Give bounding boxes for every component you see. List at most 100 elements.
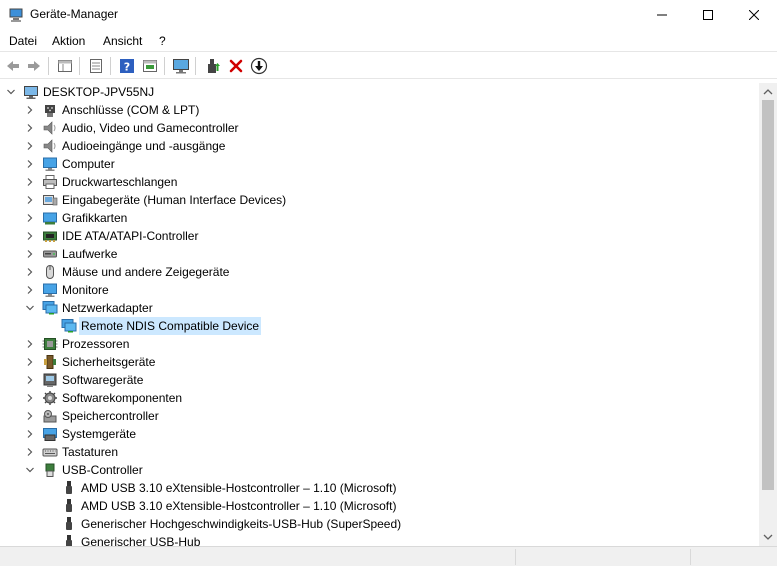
chevron-right-icon[interactable] xyxy=(25,447,35,457)
back-button[interactable] xyxy=(3,56,23,76)
tree-category-label[interactable]: Monitore xyxy=(60,281,111,299)
chevron-right-icon[interactable] xyxy=(25,105,35,115)
tree-root-label: DESKTOP-JPV55NJ xyxy=(43,85,155,99)
menu-datei[interactable]: Datei xyxy=(9,34,37,48)
chevron-right-icon[interactable] xyxy=(25,195,35,205)
chevron-down-icon[interactable] xyxy=(6,87,16,97)
network-adapter-icon xyxy=(42,301,58,315)
chevron-right-icon[interactable] xyxy=(25,375,35,385)
storage-controller-icon xyxy=(43,410,57,423)
list-view-button[interactable] xyxy=(86,56,106,76)
tree-category-label[interactable]: Audioeingänge und -ausgänge xyxy=(60,137,227,155)
minimize-button[interactable] xyxy=(639,0,685,30)
status-divider xyxy=(515,549,516,565)
scroll-up-icon[interactable] xyxy=(763,87,773,97)
tree-category-label[interactable]: Systemgeräte xyxy=(60,425,138,443)
chevron-right-icon[interactable] xyxy=(25,339,35,349)
scroll-down-icon[interactable] xyxy=(763,532,773,542)
tree-category-label[interactable]: Netzwerkadapter xyxy=(60,299,155,317)
tree-category-label[interactable]: Tastaturen xyxy=(60,443,120,461)
tree-category-label[interactable]: Mäuse und andere Zeigegeräte xyxy=(60,263,231,281)
tree-category-label[interactable]: Speichercontroller xyxy=(60,407,161,425)
update-driver-button[interactable] xyxy=(203,56,223,76)
hid-icon xyxy=(43,195,58,206)
tree-category-label[interactable]: Prozessoren xyxy=(60,335,131,353)
tree-category-label[interactable]: Audio, Video und Gamecontroller xyxy=(60,119,241,137)
forward-button[interactable] xyxy=(24,56,44,76)
usb-icon xyxy=(45,463,55,477)
tree-category-label[interactable]: Eingabegeräte (Human Interface Devices) xyxy=(60,191,288,209)
tree-category-label[interactable]: Laufwerke xyxy=(60,245,119,263)
menu-ansicht[interactable]: Ansicht xyxy=(103,34,142,48)
device-tree[interactable]: DESKTOP-JPV55NJ Anschlüsse (COM & LPT) Aud… xyxy=(0,83,759,546)
chevron-right-icon[interactable] xyxy=(25,357,35,367)
tree-category-label[interactable]: Grafikkarten xyxy=(60,209,129,227)
chevron-right-icon[interactable] xyxy=(25,267,35,277)
chevron-right-icon[interactable] xyxy=(25,411,35,421)
tree-category-label[interactable]: IDE ATA/ATAPI-Controller xyxy=(60,227,200,245)
chevron-right-icon[interactable] xyxy=(25,123,35,133)
network-adapter-icon xyxy=(61,319,77,333)
menu-help[interactable]: ? xyxy=(159,34,166,48)
tree-category-label[interactable]: Sicherheitsgeräte xyxy=(60,353,157,371)
chevron-right-icon[interactable] xyxy=(25,177,35,187)
toolbar-separator xyxy=(195,57,196,75)
window-title: Geräte-Manager xyxy=(30,7,119,21)
monitor-icon xyxy=(43,283,57,297)
chevron-right-icon[interactable] xyxy=(25,285,35,295)
software-component-icon xyxy=(43,391,57,405)
software-device-icon xyxy=(43,373,57,387)
port-icon xyxy=(45,105,55,117)
tree-device-label[interactable]: Generischer USB-Hub xyxy=(79,533,202,546)
printer-icon xyxy=(43,175,57,189)
chevron-right-icon[interactable] xyxy=(25,141,35,151)
details-icon xyxy=(143,60,157,72)
tree-category-label[interactable]: Softwarekomponenten xyxy=(60,389,184,407)
toolbar-separator xyxy=(48,57,49,75)
vertical-scrollbar[interactable] xyxy=(759,83,777,546)
properties-view-button[interactable] xyxy=(55,56,75,76)
tree-category-label[interactable]: Druckwarteschlangen xyxy=(60,173,179,191)
title-bar: Geräte-Manager xyxy=(0,0,777,30)
chevron-right-icon[interactable] xyxy=(25,249,35,259)
monitor-icon xyxy=(173,59,189,74)
chevron-right-icon[interactable] xyxy=(25,159,35,169)
toolbar-separator xyxy=(79,57,80,75)
chevron-right-icon[interactable] xyxy=(25,393,35,403)
usb-device-icon xyxy=(66,535,72,546)
details-button[interactable] xyxy=(140,56,160,76)
minimize-icon xyxy=(657,14,667,16)
tree-category-label[interactable]: Computer xyxy=(60,155,117,173)
menu-aktion[interactable]: Aktion xyxy=(52,34,85,48)
uninstall-button[interactable] xyxy=(226,56,246,76)
computer-icon xyxy=(43,157,57,171)
tree-device-label[interactable]: AMD USB 3.10 eXtensible-Hostcontroller –… xyxy=(79,479,398,497)
download-button[interactable] xyxy=(249,56,269,76)
tree-category-label[interactable]: USB-Controller xyxy=(60,461,145,479)
close-button[interactable] xyxy=(731,0,777,30)
tree-device-label[interactable]: Remote NDIS Compatible Device xyxy=(79,317,262,335)
chevron-right-icon[interactable] xyxy=(25,213,35,223)
scrollbar-thumb[interactable] xyxy=(762,100,774,490)
chevron-down-icon[interactable] xyxy=(25,465,35,475)
help-button[interactable]: ? xyxy=(117,56,137,76)
speaker-icon xyxy=(43,139,56,153)
toolbar-separator xyxy=(164,57,165,75)
chevron-right-icon[interactable] xyxy=(25,231,35,241)
tree-device-label[interactable]: Generischer Hochgeschwindigkeits-USB-Hub… xyxy=(79,515,403,533)
tree-category-label[interactable]: Softwaregeräte xyxy=(60,371,145,389)
maximize-button[interactable] xyxy=(685,0,731,30)
close-icon xyxy=(749,10,759,20)
tree-device-label[interactable]: AMD USB 3.10 eXtensible-Hostcontroller –… xyxy=(79,497,398,515)
tree-category-label[interactable]: Anschlüsse (COM & LPT) xyxy=(60,101,201,119)
usb-device-icon xyxy=(66,517,72,530)
tree-root[interactable]: DESKTOP-JPV55NJ xyxy=(0,83,759,101)
chevron-right-icon[interactable] xyxy=(25,429,35,439)
usb-device-icon xyxy=(66,499,72,512)
chevron-down-icon[interactable] xyxy=(25,303,35,313)
download-icon xyxy=(250,57,268,75)
speaker-icon xyxy=(43,121,56,135)
properties-view-icon xyxy=(58,60,72,72)
scan-hardware-button[interactable] xyxy=(171,56,191,76)
system-device-icon xyxy=(43,428,57,441)
